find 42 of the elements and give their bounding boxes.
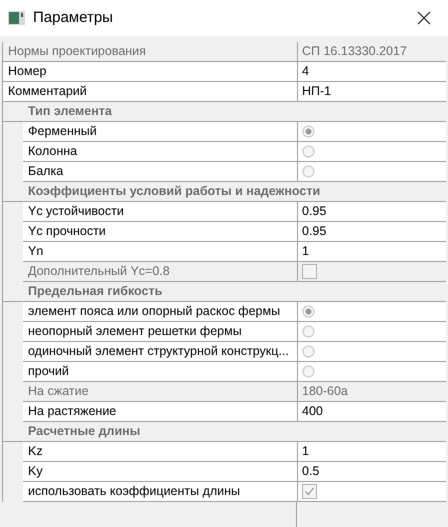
property-label: Ky [28,463,43,480]
property-label: Дополнительный Yc=0.8 [28,263,170,280]
group-header[interactable]: Предельная гибкость [28,282,162,301]
checkbox[interactable] [302,484,317,499]
property-label: Номер [8,63,46,80]
property-value[interactable]: НП-1 [302,82,332,101]
property-value[interactable]: 0.95 [302,222,326,241]
property-label: Комментарий [8,83,87,100]
property-label: Yc устойчивости [28,203,124,220]
radio-button[interactable] [302,145,315,158]
property-label: Kz [28,443,43,460]
property-label: одиночный элемент структурной конструкц... [28,343,289,360]
radio-button[interactable] [302,345,315,358]
property-label: прочий [28,363,69,380]
property-label: На растяжение [28,403,116,420]
property-label: Колонна [28,143,78,160]
property-label: Yn [28,243,44,260]
group-header[interactable]: Расчетные длины [28,422,140,441]
radio-button[interactable] [302,325,315,338]
property-label: Yc прочности [28,223,106,240]
property-label: Балка [28,163,64,180]
property-value[interactable]: 1 [302,242,309,261]
group-header[interactable]: Тип элемента [28,102,112,121]
radio-button[interactable] [302,165,315,178]
group-header[interactable]: Коэффициенты условий работы и надежности [28,182,320,201]
property-label: использовать коэффициенты длины [28,483,240,500]
property-label: Нормы проектирования [8,43,146,60]
property-value[interactable]: 0.5 [302,462,320,481]
window-title: Параметры [33,8,113,28]
radio-button-selected[interactable] [302,125,315,138]
radio-button-selected[interactable] [302,305,315,318]
property-label: На сжатие [28,383,89,400]
property-value[interactable]: 4 [302,62,309,81]
radio-button[interactable] [302,365,315,378]
property-label: Ферменный [28,123,97,140]
property-value[interactable]: 0.95 [302,202,326,221]
close-icon [417,11,431,25]
window-icon [8,11,25,25]
property-label: неопорный элемент решетки фермы [28,323,242,340]
property-label: элемент пояса или опорный раскос фермы [28,303,280,320]
property-value[interactable]: 1 [302,442,309,461]
property-value[interactable]: 400 [302,402,323,421]
